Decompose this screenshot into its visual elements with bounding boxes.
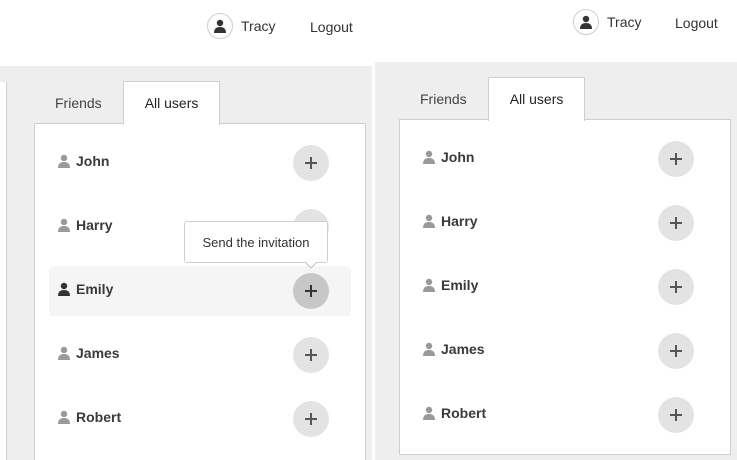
tab-all-users[interactable]: All users — [487, 77, 586, 121]
person-icon — [423, 406, 435, 420]
user-name-label: Emily — [76, 281, 114, 297]
tooltip: Send the invitation — [184, 221, 328, 263]
add-friend-button[interactable] — [293, 337, 329, 373]
person-icon — [423, 342, 435, 356]
user-list: John Harry Emily James Robert — [399, 119, 731, 455]
user-name-label: Robert — [441, 405, 487, 421]
person-icon — [423, 150, 435, 164]
add-friend-button[interactable] — [658, 333, 694, 369]
logout-link[interactable]: Logout — [310, 19, 353, 35]
user-name: Tracy — [607, 14, 642, 30]
tab-friends[interactable]: Friends — [399, 78, 488, 121]
plus-icon — [670, 153, 682, 165]
side-panel-edge — [0, 82, 7, 460]
plus-icon — [670, 409, 682, 421]
list-item: Robert — [414, 390, 716, 440]
top-bar: Tracy Logout — [0, 0, 372, 66]
user-name-label: Harry — [76, 217, 113, 233]
plus-icon — [305, 349, 317, 361]
top-bar: Tracy Logout — [375, 0, 737, 62]
plus-icon — [305, 413, 317, 425]
user-menu[interactable]: Tracy — [207, 13, 275, 39]
person-icon — [423, 278, 435, 292]
list-item: Emily — [49, 266, 351, 316]
plus-icon — [670, 345, 682, 357]
plus-icon — [305, 157, 317, 169]
user-name-label: Emily — [441, 277, 479, 293]
plus-icon — [670, 281, 682, 293]
user-name-label: John — [76, 153, 110, 169]
left-panel: Tracy Logout Friends All users John Harr… — [0, 0, 372, 460]
user-name-label: Harry — [441, 213, 478, 229]
person-icon — [58, 282, 70, 296]
list-item: Robert — [49, 394, 351, 444]
user-name-label: James — [441, 341, 485, 357]
person-icon — [58, 218, 70, 232]
tooltip-arrow — [304, 261, 318, 269]
list-item: Harry — [414, 198, 716, 248]
add-friend-button[interactable] — [293, 401, 329, 437]
add-friend-button[interactable] — [293, 145, 329, 181]
list-item: John — [49, 138, 351, 188]
person-icon — [58, 346, 70, 360]
add-friend-button[interactable] — [658, 397, 694, 433]
tab-bar: Friends All users — [399, 77, 586, 121]
list-item: John — [414, 134, 716, 184]
person-icon — [423, 214, 435, 228]
person-icon — [58, 154, 70, 168]
add-friend-button[interactable] — [658, 205, 694, 241]
user-name: Tracy — [241, 18, 276, 34]
add-friend-button[interactable] — [293, 273, 329, 309]
user-name-label: James — [76, 345, 120, 361]
right-panel: Tracy Logout Friends All users John Harr… — [375, 0, 737, 460]
list-item: Emily — [414, 262, 716, 312]
person-icon — [58, 410, 70, 424]
tab-friends[interactable]: Friends — [34, 82, 123, 125]
add-friend-button[interactable] — [658, 141, 694, 177]
plus-icon — [670, 217, 682, 229]
user-icon — [207, 13, 233, 39]
user-list: John Harry Emily James Robert — [34, 123, 366, 460]
user-icon — [573, 9, 599, 35]
logout-link[interactable]: Logout — [675, 15, 718, 31]
plus-icon — [305, 285, 317, 297]
user-name-label: John — [441, 149, 475, 165]
list-item: James — [49, 330, 351, 380]
user-name-label: Robert — [76, 409, 122, 425]
tab-bar: Friends All users — [34, 81, 221, 125]
tab-all-users[interactable]: All users — [122, 81, 221, 125]
add-friend-button[interactable] — [658, 269, 694, 305]
list-item: James — [414, 326, 716, 376]
user-menu[interactable]: Tracy — [573, 9, 641, 35]
